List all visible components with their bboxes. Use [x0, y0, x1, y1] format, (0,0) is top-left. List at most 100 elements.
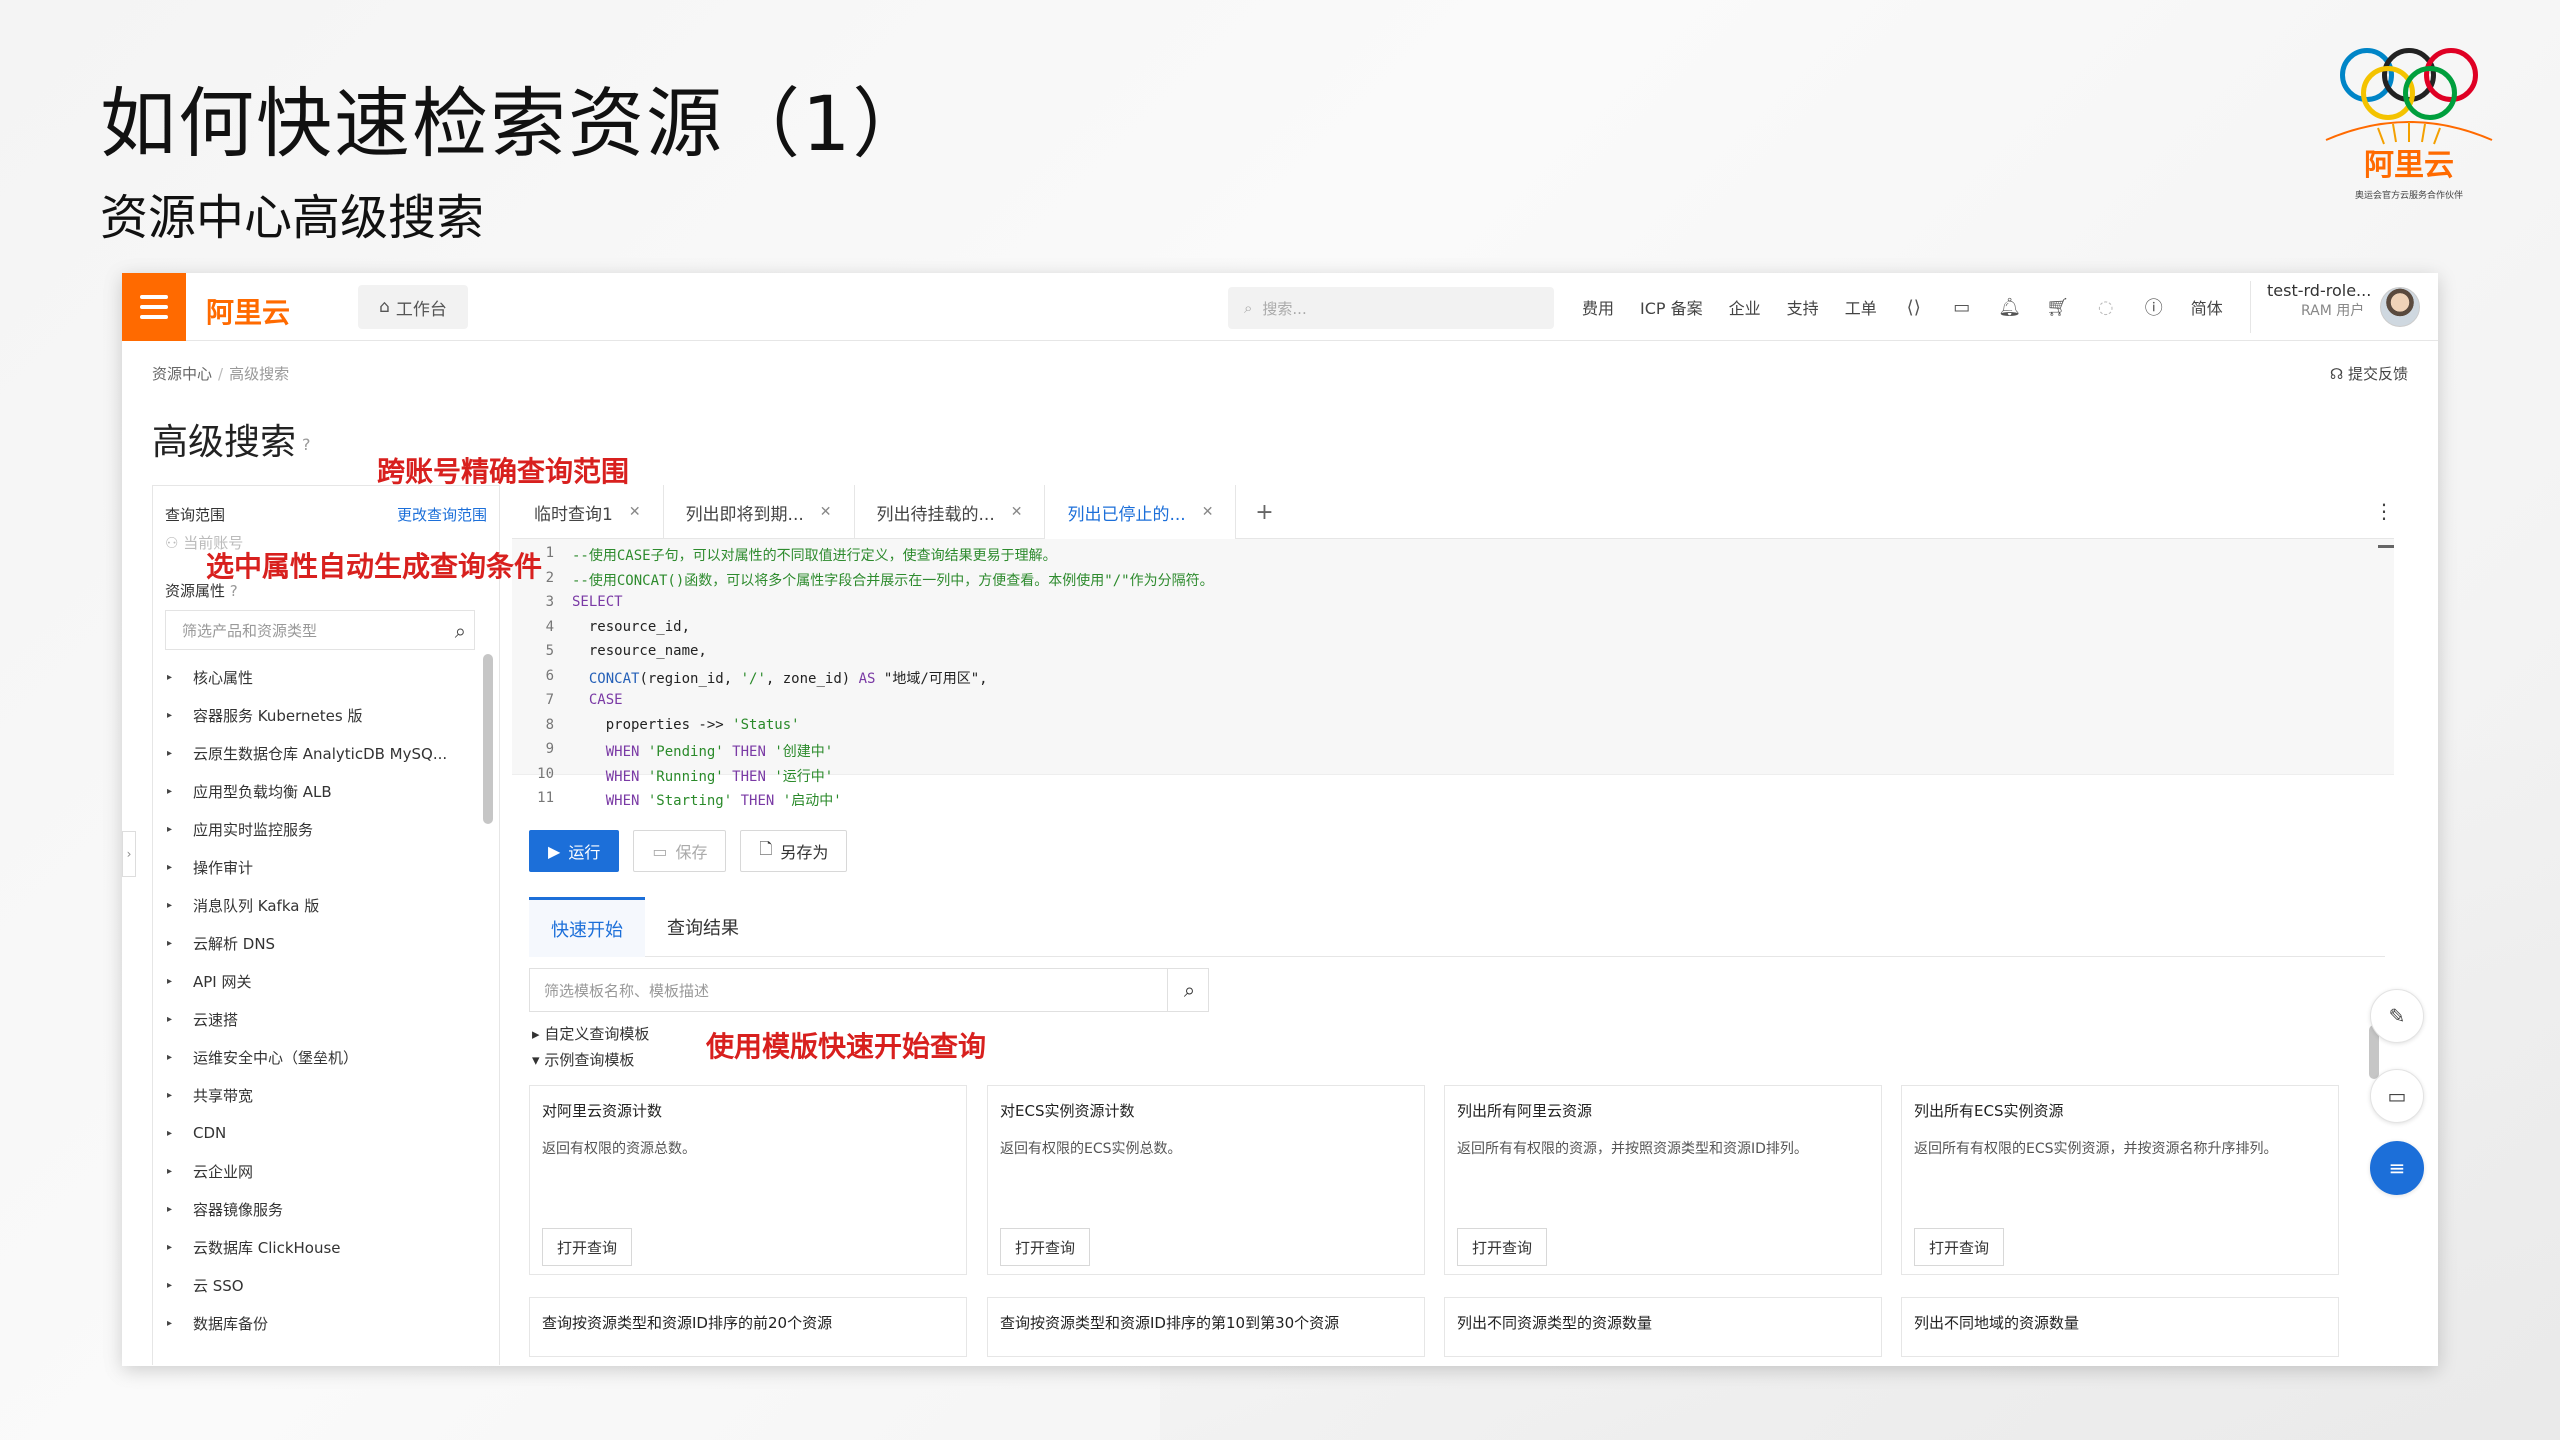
list-item[interactable]: ▸ 云原生数据仓库 AnalyticDB MySQ... — [167, 734, 467, 772]
list-item[interactable]: ▸ 容器服务 Kubernetes 版 — [167, 696, 467, 734]
query-tabs: 临时查询1 ✕ 列出即将到期... ✕ 列出待挂载的... ✕ 列出已停止的... ✕ … — [512, 485, 2394, 539]
logo-slogan-text: 奥运会官方云服务合作伙伴 — [2354, 191, 2463, 201]
assistant-icon[interactable]: ≡ — [2370, 1141, 2424, 1195]
open-query-button[interactable]: 打开查询 — [1457, 1228, 1548, 1266]
list-item[interactable]: ▸ 消息队列 Kafka 版 — [167, 886, 467, 924]
save-as-button[interactable]: 🗋︎ 另存为 — [740, 830, 848, 872]
template-card: 列出不同资源类型的资源数量 — [1444, 1297, 1882, 1357]
more-icon[interactable]: ⋮ — [2374, 499, 2394, 523]
tree-example-templates[interactable]: ▾ 示例查询模板 — [532, 1049, 649, 1075]
add-tab-button[interactable]: + — [1236, 485, 1292, 539]
caret-right-icon: ▸ — [167, 1241, 173, 1253]
close-icon[interactable]: ✕ — [629, 504, 641, 520]
list-item[interactable]: ▸ 共享带宽 — [167, 1076, 467, 1114]
change-scope-link[interactable]: 更改查询范围 — [397, 504, 487, 525]
annotation-template-start: 使用模版快速开始查询 — [706, 1030, 987, 1063]
help-icon[interactable]: ? — [302, 435, 311, 454]
tab-pending-mount[interactable]: 列出待挂载的... ✕ — [855, 485, 1046, 539]
console-topbar: 阿里云 ⌂ 工作台 ⌕ 搜索... 费用 ICP 备案 企业 支持 工单 ⟨⟩ … — [122, 273, 2438, 341]
nav-support[interactable]: 支持 — [1787, 295, 1819, 319]
tab-stopped[interactable]: 列出已停止的... ✕ — [1045, 485, 1237, 539]
line-numbers: 1 2 3 4 5 6 7 8 9 10 11 — [537, 545, 554, 806]
feedback-link[interactable]: ☊ 提交反馈 — [2330, 363, 2408, 384]
open-query-button[interactable]: 打开查询 — [1914, 1228, 2005, 1266]
language-switch[interactable]: 简体 — [2191, 295, 2223, 319]
caret-right-icon: ▸ — [167, 1013, 173, 1025]
tab-expiring[interactable]: 列出即将到期... ✕ — [664, 485, 855, 539]
list-item[interactable]: ▸ 云数据库 ClickHouse — [167, 1228, 467, 1266]
top-search-input[interactable]: ⌕ 搜索... — [1228, 287, 1554, 329]
tab-quick-start[interactable]: 快速开始 — [529, 897, 645, 957]
menu-button[interactable] — [122, 273, 186, 341]
list-item[interactable]: ▸ 核心属性 — [167, 658, 467, 696]
collapse-panel-toggle[interactable]: › — [122, 831, 136, 877]
workbench-button[interactable]: ⌂ 工作台 — [358, 285, 468, 329]
list-item[interactable]: ▸ 应用实时监控服务 — [167, 810, 467, 848]
template-tree: ▸ 自定义查询模板 ▾ 示例查询模板 — [532, 1023, 649, 1075]
editor-actions: ▶ 运行 ▭ 保存 🗋︎ 另存为 — [529, 830, 848, 872]
search-icon[interactable]: ⌕ — [455, 619, 466, 643]
top-nav: 费用 ICP 备案 企业 支持 工单 ⟨⟩ ▭ 🔔︎ 🛒︎ ◌ ⓘ 简体 — [1582, 273, 2223, 341]
location-icon[interactable]: ◌ — [2095, 296, 2117, 318]
list-item[interactable]: ▸ 云速搭 — [167, 1000, 467, 1038]
help-icon[interactable]: ⓘ — [2143, 296, 2165, 319]
breadcrumb-current: 高级搜索 — [229, 365, 290, 383]
nav-billing[interactable]: 费用 — [1582, 295, 1614, 319]
breadcrumb: 资源中心 / 高级搜索 — [152, 365, 290, 383]
open-query-button[interactable]: 打开查询 — [1000, 1228, 1091, 1266]
minimize-icon[interactable] — [2378, 545, 2394, 548]
scrollbar[interactable] — [483, 654, 493, 824]
list-item[interactable]: ▸ 云 SSO — [167, 1266, 467, 1304]
tab-query-results[interactable]: 查询结果 — [645, 897, 761, 957]
close-icon[interactable]: ✕ — [1202, 504, 1214, 520]
code-icon[interactable]: ⟨⟩ — [1903, 296, 1925, 318]
nav-icp[interactable]: ICP 备案 — [1640, 295, 1703, 319]
list-item[interactable]: ▸ 运维安全中心（堡垒机） — [167, 1038, 467, 1076]
list-item[interactable]: ▸ CDN — [167, 1114, 467, 1152]
breadcrumb-resource-center[interactable]: 资源中心 — [152, 365, 212, 383]
list-item[interactable]: ▸ 云企业网 — [167, 1152, 467, 1190]
home-icon: ⌂ — [379, 297, 390, 317]
list-item[interactable]: ▸ 操作审计 — [167, 848, 467, 886]
nav-ticket[interactable]: 工单 — [1845, 295, 1877, 319]
nav-enterprise[interactable]: 企业 — [1729, 295, 1761, 319]
search-icon: ⌕ — [1244, 299, 1253, 317]
caret-right-icon: ▸ — [167, 671, 173, 683]
run-button[interactable]: ▶ 运行 — [529, 830, 620, 872]
user-menu[interactable]: test-rd-role... RAM 用户 — [2250, 281, 2420, 333]
caret-right-icon: ▸ — [167, 861, 173, 873]
template-search-input[interactable]: 筛选模板名称、模板描述 — [529, 968, 1209, 1012]
search-icon[interactable]: ⌕ — [1167, 968, 1211, 1012]
terminal-icon[interactable]: ▭ — [1951, 296, 1973, 318]
attribute-filter-input[interactable]: 筛选产品和资源类型 ⌕ — [165, 610, 475, 650]
caret-right-icon: ▸ — [167, 975, 173, 987]
chat-icon[interactable]: ▭ — [2370, 1069, 2424, 1123]
open-query-button[interactable]: 打开查询 — [542, 1228, 633, 1266]
edit-icon[interactable]: ✎ — [2370, 989, 2424, 1043]
template-card: 查询按资源类型和资源ID排序的第10到第30个资源 — [987, 1297, 1425, 1357]
template-card: 列出所有阿里云资源 返回所有有权限的资源，并按照资源类型和资源ID排列。 打开查… — [1444, 1085, 1882, 1275]
list-item[interactable]: ▸ API 网关 — [167, 962, 467, 1000]
list-item[interactable]: ▸ 数据库备份 — [167, 1304, 467, 1342]
list-item[interactable]: ▸ 容器镜像服务 — [167, 1190, 467, 1228]
tree-custom-templates[interactable]: ▸ 自定义查询模板 — [532, 1023, 649, 1049]
bell-icon[interactable]: 🔔︎ — [1998, 296, 2021, 318]
close-icon[interactable]: ✕ — [1011, 504, 1023, 520]
template-card: 对ECS实例资源计数 返回有权限的ECS实例总数。 打开查询 — [987, 1085, 1425, 1275]
page-title: 高级搜索? — [152, 422, 311, 463]
tab-temp-query[interactable]: 临时查询1 ✕ — [512, 485, 664, 539]
logo-rays-icon — [2325, 121, 2493, 145]
avatar[interactable] — [2380, 287, 2420, 327]
list-item[interactable]: ▸ 云解析 DNS — [167, 924, 467, 962]
cart-icon[interactable]: 🛒︎ — [2046, 296, 2069, 318]
close-icon[interactable]: ✕ — [820, 504, 832, 520]
attribute-list: ▸ 核心属性 ▸ 容器服务 Kubernetes 版 ▸ 云原生数据仓库 Analyt… — [167, 658, 467, 1342]
list-item[interactable]: ▸ 应用型负载均衡 ALB — [167, 772, 467, 810]
save-button[interactable]: ▭ 保存 — [633, 830, 727, 872]
annotation-auto-condition: 选中属性自动生成查询条件 — [206, 550, 543, 583]
console-brand-logo[interactable]: 阿里云 — [206, 291, 290, 331]
sql-editor[interactable]: 1 2 3 4 5 6 7 8 9 10 11 --使用CASE子句，可以对属性… — [512, 539, 2394, 809]
slide-title: 如何快速检索资源（1） — [100, 79, 931, 168]
caret-right-icon: ▸ — [167, 1279, 173, 1291]
caret-right-icon: ▸ — [167, 747, 173, 759]
